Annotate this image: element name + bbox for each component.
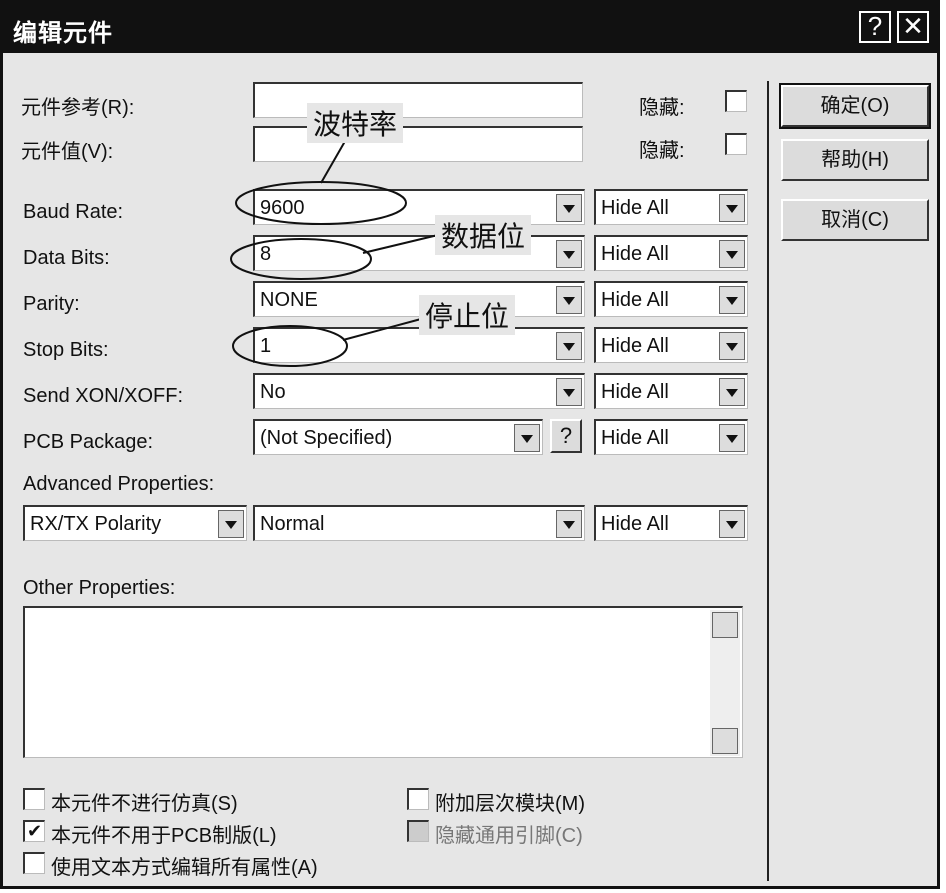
annotation-stop-bits: 停止位 [419,295,516,335]
stop-bits-ellipse [232,325,348,367]
annotation-baud-rate: 波特率 [307,103,404,143]
edit-component-dialog: 编辑元件 ? ✕ 元件参考(R): 隐藏: 元件值(V): 隐藏: Baud R… [0,0,940,889]
data-bits-ellipse [230,238,372,280]
stop-bits-pointer [342,318,422,341]
annotation-data-bits: 数据位 [435,215,532,255]
baud-rate-pointer [320,135,349,184]
baud-rate-ellipse [235,181,407,225]
data-bits-pointer [362,234,439,254]
annotation-overlay [230,135,439,367]
